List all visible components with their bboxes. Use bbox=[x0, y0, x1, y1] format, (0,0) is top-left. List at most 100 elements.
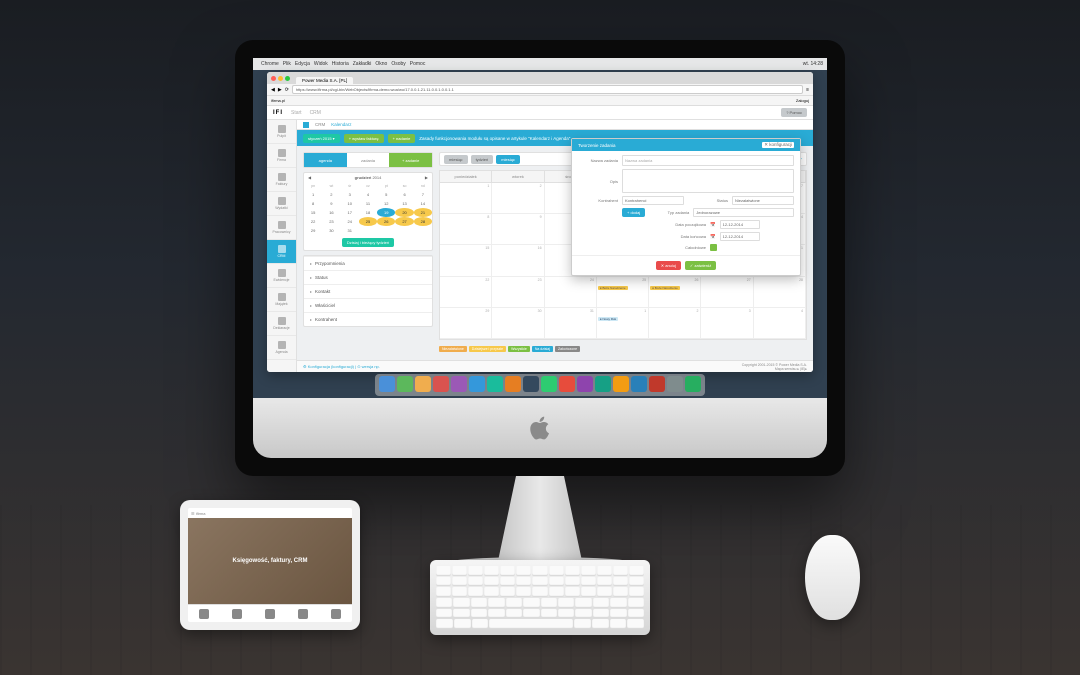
filter-tag[interactable]: Zakończone bbox=[555, 346, 580, 352]
mini-cal-day[interactable]: 25 bbox=[359, 217, 377, 226]
mini-cal-day[interactable]: 16 bbox=[322, 208, 340, 217]
accordion-kontakt[interactable]: Kontakt bbox=[304, 284, 432, 298]
select-task-type[interactable]: Jednorazowe bbox=[693, 208, 794, 217]
checkbox-allday[interactable] bbox=[710, 244, 717, 251]
mini-cal-day[interactable]: 19 bbox=[377, 208, 395, 217]
mini-cal-day[interactable]: 17 bbox=[341, 208, 359, 217]
menu-view[interactable]: Widok bbox=[314, 61, 328, 67]
menu-file[interactable]: Plik bbox=[283, 61, 291, 67]
nav-item-majątek[interactable]: Majątek bbox=[267, 288, 296, 312]
bigcal-cell[interactable]: 1● Nowy Rok bbox=[597, 308, 649, 339]
mini-cal-day[interactable]: 10 bbox=[341, 199, 359, 208]
select-status[interactable]: Niezałatwione bbox=[732, 196, 794, 205]
header-tab-start[interactable]: Start bbox=[291, 110, 302, 116]
header-tab-crm[interactable]: CRM bbox=[310, 110, 321, 116]
calendar-icon[interactable]: 📅 bbox=[710, 222, 716, 228]
event-nowy-rok[interactable]: ● Nowy Rok bbox=[598, 317, 618, 321]
nav-item-pracownicy[interactable]: Pracownicy bbox=[267, 216, 296, 240]
mini-cal-day[interactable]: 26 bbox=[377, 217, 395, 226]
mini-cal-day[interactable]: 2 bbox=[322, 190, 340, 199]
forward-icon[interactable]: ▶ bbox=[278, 87, 282, 93]
dock-app-icon[interactable] bbox=[631, 376, 647, 392]
bigcal-cell[interactable]: 25● Boże Narodzenie bbox=[597, 277, 649, 308]
nav-item-agenda[interactable]: Agenda bbox=[267, 336, 296, 360]
dock-app-icon[interactable] bbox=[397, 376, 413, 392]
mini-cal-day[interactable]: 22 bbox=[304, 217, 322, 226]
mini-cal-day[interactable]: 28 bbox=[414, 217, 432, 226]
bigcal-cell[interactable]: 29 bbox=[440, 308, 492, 339]
view-month-button[interactable]: miesiąc bbox=[444, 155, 468, 164]
view-week-button[interactable]: tydzień bbox=[471, 155, 494, 164]
cancel-button[interactable]: ✕ anuluj bbox=[656, 261, 681, 270]
dock-app-icon[interactable] bbox=[505, 376, 521, 392]
bigcal-cell[interactable]: 2 bbox=[649, 308, 701, 339]
crumb-crm[interactable]: CRM bbox=[315, 122, 325, 127]
nav-item-wydatki[interactable]: Wydatki bbox=[267, 192, 296, 216]
save-button[interactable]: ✓ zatwierdź bbox=[685, 261, 716, 270]
accordion-przypomnienia[interactable]: Przypomnienia bbox=[304, 256, 432, 270]
bigcal-cell[interactable]: 2 bbox=[492, 183, 544, 214]
today-button[interactable]: Dzisiaj i bieżący tydzień bbox=[342, 238, 394, 247]
cal-prev-icon[interactable]: ◀ bbox=[308, 175, 311, 180]
ipad-tabbar[interactable] bbox=[188, 604, 352, 622]
filter-tag[interactable]: Wszystkie bbox=[508, 346, 530, 352]
mini-cal-day[interactable]: 29 bbox=[304, 226, 322, 235]
nav-item-faktury[interactable]: Faktury bbox=[267, 168, 296, 192]
menu-edit[interactable]: Edycja bbox=[295, 61, 310, 67]
mini-cal-day[interactable]: 12 bbox=[377, 199, 395, 208]
event-boze-narodzenie[interactable]: ● Boże Narodzenie bbox=[650, 286, 680, 290]
input-task-name[interactable]: Nazwa zadania bbox=[622, 155, 794, 166]
mini-cal-day[interactable]: 13 bbox=[395, 199, 413, 208]
dock-app-icon[interactable] bbox=[433, 376, 449, 392]
bigcal-cell[interactable]: 8 bbox=[440, 214, 492, 245]
menu-help[interactable]: Pomoc bbox=[410, 61, 426, 67]
mini-cal-day[interactable]: 27 bbox=[395, 217, 413, 226]
browser-tab[interactable]: Power Media S.A. [PL] bbox=[296, 77, 353, 84]
dock-app-icon[interactable] bbox=[649, 376, 665, 392]
mini-cal-day[interactable]: 23 bbox=[322, 217, 340, 226]
apple-mouse[interactable] bbox=[805, 535, 860, 620]
dock-app-icon[interactable] bbox=[559, 376, 575, 392]
mini-cal-day[interactable]: 11 bbox=[359, 199, 377, 208]
mini-cal-day[interactable]: 20 bbox=[395, 208, 413, 217]
mini-cal-day[interactable]: 15 bbox=[304, 208, 322, 217]
filter-tag[interactable]: Niezałatwione bbox=[439, 346, 467, 352]
bigcal-cell[interactable]: 16 bbox=[492, 245, 544, 276]
dock-app-icon[interactable] bbox=[469, 376, 485, 392]
close-window-icon[interactable] bbox=[271, 76, 276, 81]
tab-tasks[interactable]: zadania bbox=[347, 153, 390, 167]
dock-app-icon[interactable] bbox=[415, 376, 431, 392]
select-contractor[interactable]: Kontrahenci bbox=[622, 196, 684, 205]
bigcal-cell[interactable]: 27 bbox=[701, 277, 753, 308]
dock-app-icon[interactable] bbox=[379, 376, 395, 392]
bigcal-cell[interactable]: 30 bbox=[492, 308, 544, 339]
modal-close-icon[interactable]: ✕ konfiguracji bbox=[762, 142, 794, 148]
filter-tag[interactable]: Na dzisiaj bbox=[532, 346, 553, 352]
reload-icon[interactable]: ⟳ bbox=[285, 87, 289, 93]
accordion-właściciel[interactable]: Właściciel bbox=[304, 298, 432, 312]
bigcal-cell[interactable]: 15 bbox=[440, 245, 492, 276]
tab-agenda[interactable]: agenda bbox=[304, 153, 347, 167]
input-description[interactable] bbox=[622, 169, 794, 193]
dock-app-icon[interactable] bbox=[541, 376, 557, 392]
bigcal-cell[interactable]: 3 bbox=[701, 308, 753, 339]
menu-bookmarks[interactable]: Zakładki bbox=[353, 61, 372, 67]
mini-cal-day[interactable]: 1 bbox=[304, 190, 322, 199]
dock-app-icon[interactable] bbox=[667, 376, 683, 392]
minimize-window-icon[interactable] bbox=[278, 76, 283, 81]
input-end-date[interactable]: 12-12-2014 bbox=[720, 232, 760, 241]
crumb-calendar[interactable]: Kalendarz bbox=[331, 122, 351, 127]
help-button[interactable]: ? Pomoc bbox=[781, 108, 807, 117]
dock-app-icon[interactable] bbox=[523, 376, 539, 392]
mini-cal-day[interactable]: 18 bbox=[359, 208, 377, 217]
ipad[interactable]: ☰ ifirma Księgowość, faktury, CRM bbox=[180, 500, 360, 630]
nav-item-deklaracje[interactable]: Deklaracje bbox=[267, 312, 296, 336]
calendar-icon[interactable]: 📅 bbox=[710, 234, 716, 240]
bigcal-cell[interactable]: 4 bbox=[754, 308, 806, 339]
mini-cal-day[interactable]: 8 bbox=[304, 199, 322, 208]
mini-cal-day[interactable]: 9 bbox=[322, 199, 340, 208]
dock-app-icon[interactable] bbox=[595, 376, 611, 392]
maximize-window-icon[interactable] bbox=[285, 76, 290, 81]
dock-app-icon[interactable] bbox=[451, 376, 467, 392]
menu-people[interactable]: Osoby bbox=[391, 61, 405, 67]
